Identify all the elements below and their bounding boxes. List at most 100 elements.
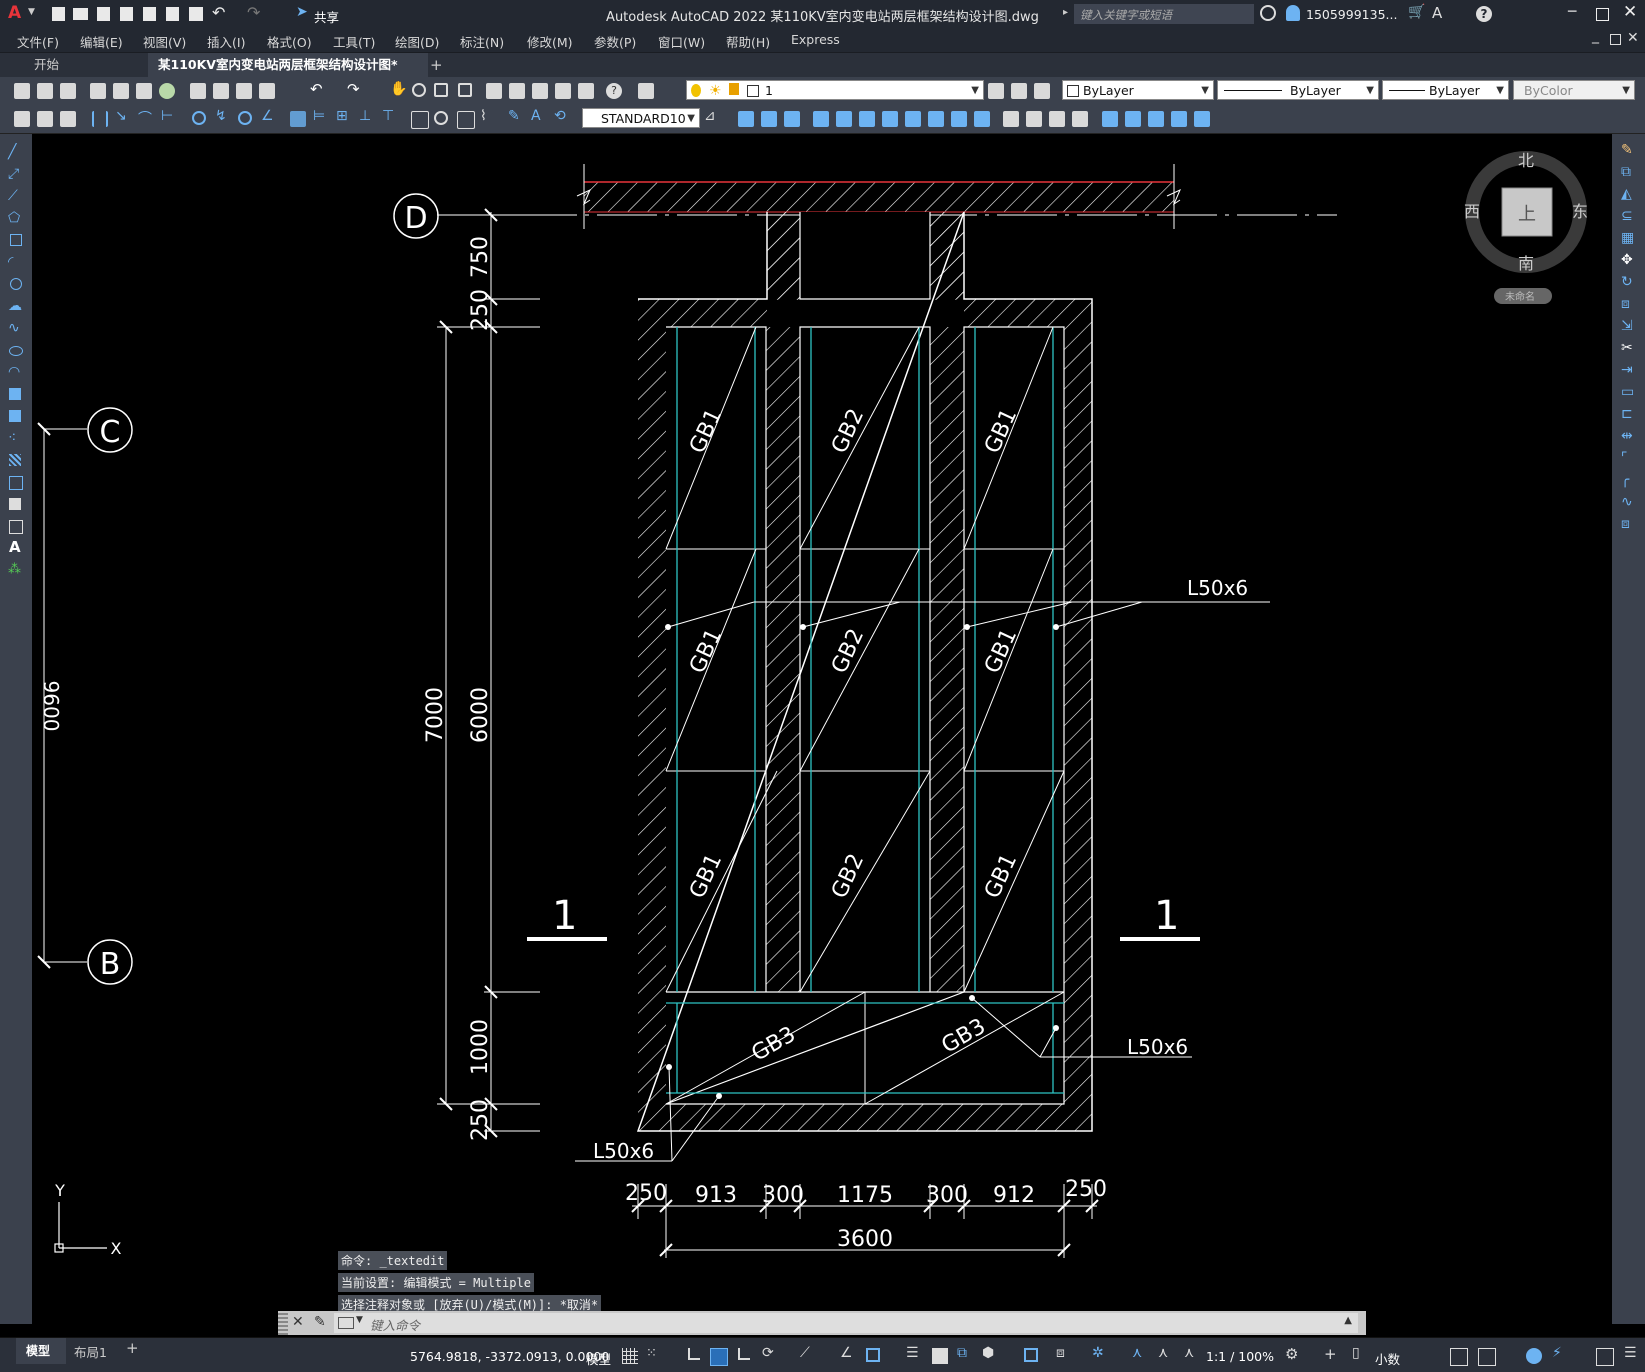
qnew-icon[interactable] [14, 83, 30, 99]
mirror-icon[interactable] [761, 111, 777, 127]
lineweight-icon[interactable]: ☰ [906, 1345, 922, 1361]
stretch-icon[interactable] [905, 111, 921, 127]
calculator-icon[interactable] [578, 83, 594, 99]
menu-parametric[interactable]: 参数(P) [594, 32, 636, 51]
r-offset-icon[interactable]: ⊆ [1621, 208, 1637, 224]
spline-icon[interactable]: ∿ [8, 320, 24, 336]
tb-undo-icon[interactable]: ↶ [310, 80, 326, 98]
send-back-icon[interactable] [1194, 111, 1210, 127]
viewcube-north[interactable]: 北 [1518, 151, 1534, 170]
search-input[interactable]: 键入关键字或短语 [1074, 4, 1254, 24]
hatch-back-icon[interactable] [1148, 111, 1164, 127]
menu-edit[interactable]: 编辑(E) [80, 32, 123, 51]
linetype-dropdown[interactable]: ByLayer ▼ [1217, 80, 1379, 100]
ellipse-arc-icon[interactable]: ◠ [8, 364, 24, 380]
command-history-toggle-icon[interactable]: ▲ [1344, 1315, 1352, 1326]
clean-screen-icon[interactable] [1596, 1348, 1614, 1366]
erase-icon[interactable]: ✎ [1621, 142, 1637, 158]
viewcube[interactable] [1465, 151, 1587, 304]
coordinates-readout[interactable]: 5764.9818, -3372.0913, 0.0000 [410, 1349, 609, 1364]
lock-icon[interactable] [729, 83, 739, 95]
dim-space-icon[interactable]: ⊥ [359, 108, 375, 124]
doc-minimize-icon[interactable]: _ [1592, 28, 1599, 44]
rotate-icon[interactable] [859, 111, 875, 127]
selection-cycling-icon[interactable]: ⧉ [957, 1345, 973, 1361]
3d-osnap-icon[interactable]: ⬢ [982, 1345, 998, 1361]
close-icon[interactable]: ✕ [1623, 2, 1637, 22]
make-block-icon[interactable] [37, 111, 53, 127]
layer-dropdown[interactable]: ☀ 1 ▼ [686, 80, 984, 100]
array-icon[interactable] [813, 111, 829, 127]
match-prop-icon[interactable] [259, 83, 275, 99]
menu-modify[interactable]: 修改(M) [527, 32, 573, 51]
lineweight-dropdown[interactable]: ByLayer ▼ [1382, 80, 1509, 100]
tab-add-button[interactable]: + [420, 53, 453, 77]
chamfer-icon[interactable] [1026, 111, 1042, 127]
r-move-icon[interactable]: ✥ [1621, 252, 1637, 268]
dim-edit-icon[interactable]: ✎ [508, 108, 524, 124]
hatch-icon[interactable] [9, 454, 21, 466]
units-value[interactable]: 小数 [1375, 1349, 1400, 1368]
tab-start[interactable]: 开始 [24, 53, 154, 77]
model-space-toggle[interactable]: 模型 [586, 1349, 611, 1368]
grid-icon[interactable] [622, 1348, 638, 1364]
table-icon[interactable] [9, 520, 23, 534]
command-close-icon[interactable]: ✕ [292, 1314, 304, 1330]
r-extend-icon[interactable]: ⇥ [1621, 362, 1637, 378]
3d-publish-icon[interactable] [159, 83, 175, 99]
insert-block-icon[interactable] [14, 111, 30, 127]
annotation-monitor-icon[interactable]: + [1324, 1345, 1340, 1363]
plotstyle-dropdown[interactable]: ByColor ▼ [1513, 80, 1635, 100]
menu-format[interactable]: 格式(O) [267, 32, 312, 51]
ucs-menu-label[interactable]: 未命名 [1505, 290, 1535, 303]
dimstyle-dropdown[interactable]: STANDARD10 ▼ [582, 108, 700, 128]
mtext-icon[interactable]: A [9, 538, 25, 556]
tb-redo-icon[interactable]: ↷ [347, 80, 363, 98]
viewcube-east[interactable]: 东 [1572, 202, 1588, 221]
tolerance-icon[interactable] [411, 111, 429, 129]
command-input[interactable]: ▼ 键入命令 ▲ [334, 1313, 1358, 1333]
dynamic-input-icon[interactable] [710, 1348, 728, 1366]
text-front-icon[interactable] [1125, 111, 1141, 127]
tab-drawing[interactable]: 某110KV室内变电站两层框架结构设计图* ✕ [148, 53, 428, 96]
r-mirror-icon[interactable]: ◭ [1621, 186, 1637, 202]
customization-icon[interactable]: ☰ [1624, 1345, 1640, 1361]
menu-express[interactable]: Express [791, 32, 840, 47]
gizmo-icon[interactable]: ✲ [1092, 1345, 1108, 1361]
paste-icon[interactable] [236, 83, 252, 99]
rectangle-icon[interactable] [10, 234, 22, 246]
zoom-prev-icon[interactable] [458, 83, 472, 97]
r-copy-icon[interactable]: ⧉ [1621, 164, 1637, 180]
dim-aligned-icon[interactable]: ↘ [115, 108, 131, 124]
menu-draw[interactable]: 绘图(D) [395, 32, 439, 51]
maximize-icon[interactable] [1596, 8, 1609, 21]
viewcube-top-label[interactable]: 上 [1518, 204, 1536, 225]
center-mark-icon[interactable] [434, 111, 448, 125]
inspect-icon[interactable] [457, 111, 475, 129]
polygon-icon[interactable]: ⬠ [8, 210, 24, 226]
viewcube-west[interactable]: 西 [1464, 202, 1480, 221]
ellipse-icon[interactable] [9, 346, 23, 356]
lock-ui-icon[interactable] [1478, 1348, 1496, 1366]
draw-order-icon[interactable] [1102, 111, 1118, 127]
sun-icon[interactable]: ☀ [709, 81, 722, 101]
r-rotate-icon[interactable]: ↻ [1621, 274, 1637, 290]
snap-icon[interactable]: ⁙ [646, 1346, 662, 1362]
color-dropdown[interactable]: ByLayer ▼ [1062, 80, 1214, 100]
polar-icon[interactable]: ⟳ [762, 1345, 778, 1361]
isodraft-icon[interactable]: ⟋ [800, 1345, 816, 1361]
drawing-canvas[interactable]: D C B 9600 GB1 GB2 GB1 GB1 GB2 GB1 GB1 G… [32, 134, 1612, 1324]
auto-scale-icon[interactable]: ⋏ [1158, 1345, 1174, 1361]
menu-dimension[interactable]: 标注(N) [460, 32, 504, 51]
infer-constraints-icon[interactable] [688, 1348, 700, 1360]
dim-continue-icon[interactable]: ⊞ [336, 108, 352, 124]
transparency-icon[interactable] [932, 1348, 948, 1364]
copy-mod-icon[interactable] [738, 111, 754, 127]
dim-text-edit-icon[interactable]: A [531, 108, 547, 124]
tool-palettes-icon[interactable] [532, 83, 548, 99]
autodesk-app-icon[interactable]: A [1432, 4, 1442, 22]
command-settings-icon[interactable]: ✎ [314, 1314, 326, 1330]
r-blend-icon[interactable]: ∿ [1621, 494, 1637, 510]
r-break-icon[interactable]: ⊏ [1621, 406, 1637, 422]
units-icon[interactable]: ▯ [1352, 1345, 1368, 1361]
